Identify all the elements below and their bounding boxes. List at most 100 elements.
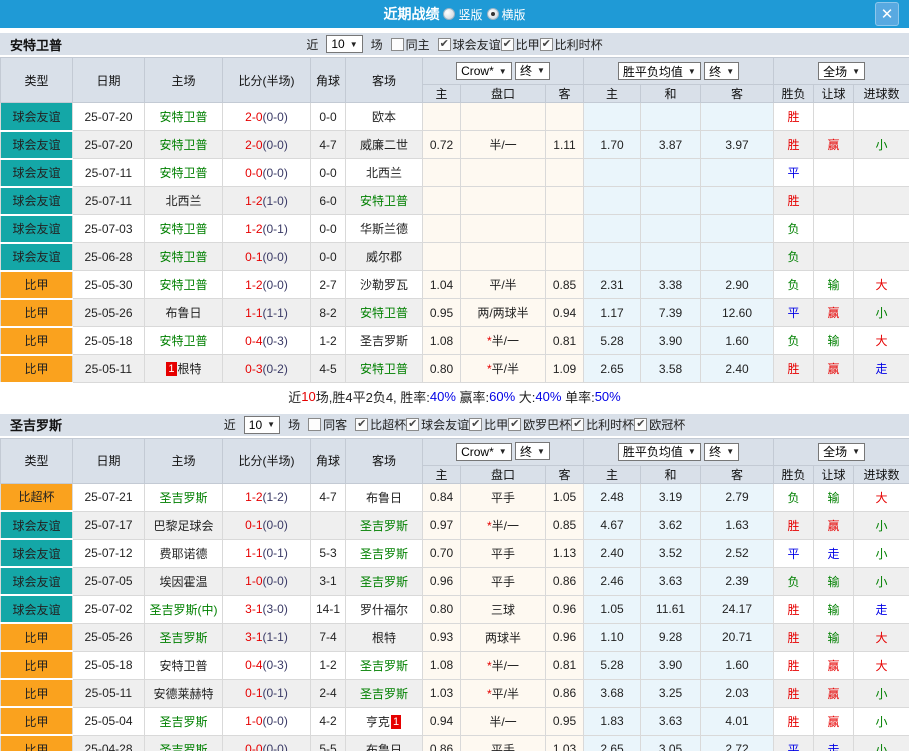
home-team-cell[interactable]: 安特卫普 <box>145 103 223 131</box>
result-header-group: 全场▼ <box>774 58 909 85</box>
away-team-cell[interactable]: 北西兰 <box>346 159 423 187</box>
home-team-cell[interactable]: 布鲁日 <box>145 299 223 327</box>
team-link-label: 埃因霍温 <box>159 575 207 589</box>
same-venue-checkbox[interactable]: 同客 <box>308 416 347 433</box>
away-team-cell[interactable]: 华斯兰德 <box>346 215 423 243</box>
date-cell: 25-07-03 <box>73 215 145 243</box>
team-link-label: 圣吉罗斯 <box>159 743 207 751</box>
summary-segment: 10 <box>301 389 315 404</box>
match-row: 球会友谊25-07-03安特卫普1-2(0-1)0-0华斯兰德负 <box>1 215 909 243</box>
away-team-cell[interactable]: 布鲁日 <box>346 483 423 511</box>
layout-radio-horizontal[interactable]: 横版 <box>487 6 526 23</box>
away-team-cell[interactable]: 圣吉罗斯 <box>346 539 423 567</box>
result-wdl-cell: 负 <box>774 243 814 271</box>
away-team-cell[interactable]: 圣吉罗斯 <box>346 327 423 355</box>
away-team-cell[interactable]: 罗什福尔 <box>346 595 423 623</box>
away-team-cell[interactable]: 威尔郡 <box>346 243 423 271</box>
avg-away-cell: 20.71 <box>701 623 774 651</box>
away-team-cell[interactable]: 沙勒罗瓦 <box>346 271 423 299</box>
avg-time-select[interactable]: 终▼ <box>704 62 739 80</box>
corner-cell <box>311 511 346 539</box>
odds-home-cell <box>423 159 461 187</box>
home-team-cell[interactable]: 安德莱赫特 <box>145 679 223 707</box>
result-handicap-cell: 走 <box>814 735 854 751</box>
odds-time-select[interactable]: 终▼ <box>515 442 550 460</box>
team-link-label: 安特卫普 <box>159 166 207 180</box>
scope-value: 全场 <box>823 63 847 80</box>
away-team-cell[interactable]: 布鲁日 <box>346 735 423 751</box>
home-team-cell[interactable]: 埃因霍温 <box>145 567 223 595</box>
home-team-cell[interactable]: 圣吉罗斯(中) <box>145 595 223 623</box>
away-team-cell[interactable]: 安特卫普 <box>346 187 423 215</box>
home-team-cell[interactable]: 圣吉罗斯 <box>145 707 223 735</box>
home-team-cell[interactable]: 圣吉罗斯 <box>145 623 223 651</box>
team-link-label: 圣吉罗斯 <box>360 334 408 348</box>
league-filter-checkbox[interactable]: 球会友谊 <box>438 36 501 53</box>
home-team-cell[interactable]: 巴黎足球会 <box>145 511 223 539</box>
avg-away-cell: 2.79 <box>701 483 774 511</box>
home-team-cell[interactable]: 安特卫普 <box>145 159 223 187</box>
avg-away-cell: 1.60 <box>701 651 774 679</box>
home-team-cell[interactable]: 圣吉罗斯 <box>145 483 223 511</box>
date-cell: 25-07-12 <box>73 539 145 567</box>
team-link-label: 安特卫普 <box>159 138 207 152</box>
home-team-cell[interactable]: 安特卫普 <box>145 327 223 355</box>
league-filter-checkbox[interactable]: 比利时杯 <box>571 416 634 433</box>
sub-header-handicap: 盘口 <box>461 85 546 103</box>
away-team-cell[interactable]: 圣吉罗斯 <box>346 511 423 539</box>
home-team-cell[interactable]: 安特卫普 <box>145 651 223 679</box>
match-count-select[interactable]: 10▼ <box>244 416 280 434</box>
league-filter-checkbox[interactable]: 比甲 <box>501 36 540 53</box>
away-team-cell[interactable]: 根特 <box>346 623 423 651</box>
home-team-cell[interactable]: 安特卫普 <box>145 271 223 299</box>
avg-odds-select[interactable]: 胜平负均值▼ <box>618 443 701 461</box>
odds-company-value: Crow* <box>461 64 494 78</box>
avg-draw-cell: 3.19 <box>641 483 701 511</box>
match-count-select[interactable]: 10▼ <box>326 35 362 53</box>
home-team-cell[interactable]: 安特卫普 <box>145 243 223 271</box>
scope-select[interactable]: 全场▼ <box>818 62 865 80</box>
layout-radio-vertical[interactable]: 竖版 <box>443 6 482 23</box>
league-filter-checkbox[interactable]: 球会友谊 <box>406 416 469 433</box>
result-handicap-cell: 走 <box>814 539 854 567</box>
away-team-cell[interactable]: 圣吉罗斯 <box>346 567 423 595</box>
league-type-cell: 球会友谊 <box>1 595 73 623</box>
home-team-cell[interactable]: 北西兰 <box>145 187 223 215</box>
avg-time-select[interactable]: 终▼ <box>704 443 739 461</box>
away-team-cell[interactable]: 圣吉罗斯 <box>346 679 423 707</box>
close-button[interactable]: ✕ <box>875 2 899 26</box>
home-team-cell[interactable]: 圣吉罗斯 <box>145 735 223 751</box>
odds-company-select[interactable]: Crow*▼ <box>456 62 512 80</box>
section-header: 安特卫普 近 10▼ 场 同主 球会友谊比甲比利时杯 <box>0 33 909 57</box>
match-row: 球会友谊25-07-11北西兰1-2(1-0)6-0安特卫普胜 <box>1 187 909 215</box>
away-team-cell[interactable]: 亨克1 <box>346 707 423 735</box>
home-team-cell[interactable]: 费耶诺德 <box>145 539 223 567</box>
league-filter-checkbox[interactable]: 欧罗巴杯 <box>508 416 571 433</box>
away-team-cell[interactable]: 圣吉罗斯 <box>346 651 423 679</box>
league-filter-checkbox[interactable]: 欧冠杯 <box>634 416 685 433</box>
same-venue-checkbox[interactable]: 同主 <box>391 36 430 53</box>
odds-time-select[interactable]: 终▼ <box>515 62 550 80</box>
league-filter-checkbox[interactable]: 比利时杯 <box>540 36 603 53</box>
avg-odds-select[interactable]: 胜平负均值▼ <box>618 62 701 80</box>
odds-company-select[interactable]: Crow*▼ <box>456 443 512 461</box>
league-filter-checkbox[interactable]: 比超杯 <box>355 416 406 433</box>
scope-select[interactable]: 全场▼ <box>818 443 865 461</box>
result-wdl-cell: 胜 <box>774 651 814 679</box>
sub-header-avg-draw: 和 <box>641 465 701 483</box>
avg-home-cell: 1.10 <box>584 623 641 651</box>
odds-away-cell <box>546 215 584 243</box>
team-link-label: 沙勒罗瓦 <box>360 278 408 292</box>
league-filter-checkbox[interactable]: 比甲 <box>469 416 508 433</box>
away-team-cell[interactable]: 威廉二世 <box>346 131 423 159</box>
avg-draw-cell: 3.90 <box>641 327 701 355</box>
home-team-cell[interactable]: 安特卫普 <box>145 131 223 159</box>
dropdown-arrow-icon: ▼ <box>852 447 860 456</box>
home-team-cell[interactable]: 安特卫普 <box>145 215 223 243</box>
home-team-cell[interactable]: 1根特 <box>145 355 223 383</box>
checkbox-icon <box>469 418 482 431</box>
away-team-cell[interactable]: 安特卫普 <box>346 299 423 327</box>
away-team-cell[interactable]: 欧本 <box>346 103 423 131</box>
away-team-cell[interactable]: 安特卫普 <box>346 355 423 383</box>
result-wdl-cell: 平 <box>774 735 814 751</box>
